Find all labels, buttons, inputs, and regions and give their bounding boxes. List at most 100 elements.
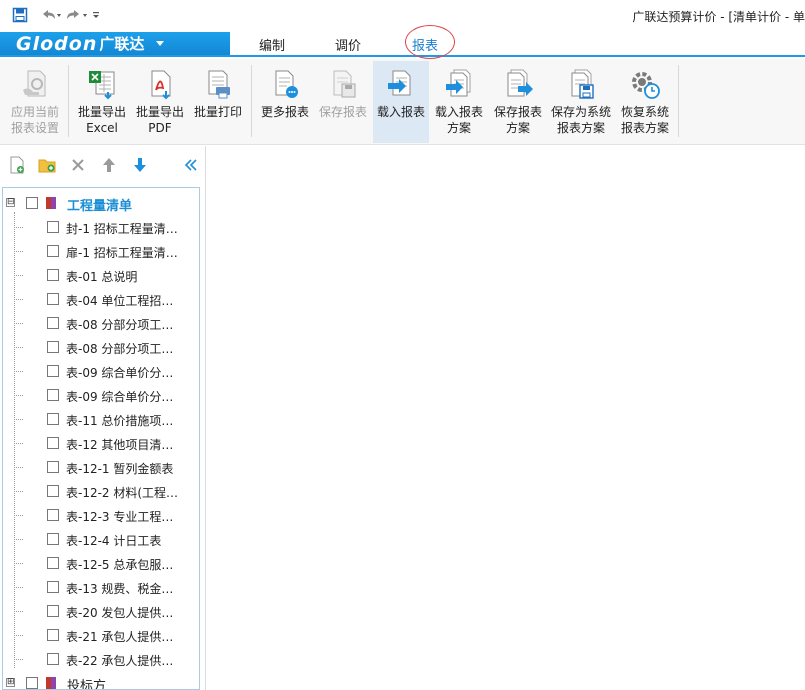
- save-report-scheme-button[interactable]: 保存报表 方案: [490, 61, 546, 143]
- new-report-icon[interactable]: [8, 156, 26, 174]
- load-report-button[interactable]: 载入报表: [373, 61, 429, 143]
- checkbox[interactable]: [47, 581, 59, 593]
- move-down-icon[interactable]: [131, 156, 149, 174]
- checkbox[interactable]: [47, 389, 59, 401]
- undo-icon[interactable]: [40, 6, 62, 24]
- checkbox[interactable]: [47, 317, 59, 329]
- tree-leaf-node[interactable]: 表-04 单位工程招…: [3, 287, 199, 311]
- tree-leaf-label: 封-1 招标工程量清…: [66, 222, 178, 236]
- checkbox[interactable]: [47, 245, 59, 257]
- save-report-icon: [325, 64, 361, 104]
- tree-leaf-label: 表-12-5 总承包服…: [66, 558, 174, 572]
- tree-leaf-node[interactable]: 表-20 发包人提供…: [3, 599, 199, 623]
- tree-leaf-node[interactable]: 表-08 分部分项工…: [3, 335, 199, 359]
- checkbox[interactable]: [47, 557, 59, 569]
- tree-connector: [14, 515, 23, 516]
- tab-adjust-price[interactable]: 调价: [335, 35, 361, 54]
- save-report-button[interactable]: 保存报表: [316, 61, 370, 143]
- checkbox[interactable]: [47, 413, 59, 425]
- window-title: 广联达预算计价 - [清单计价 - 单: [632, 10, 805, 24]
- tree-connector: [14, 395, 23, 396]
- redo-icon[interactable]: [66, 6, 88, 24]
- checkbox[interactable]: [47, 605, 59, 617]
- batch-export-pdf-button[interactable]: 批量导出 PDF: [133, 61, 187, 143]
- tree-leaf-node[interactable]: 表-12-1 暂列金额表: [3, 455, 199, 479]
- chevron-down-icon: [156, 41, 165, 46]
- apply-current-report-settings-button[interactable]: 应用当前 报表设置: [6, 61, 64, 143]
- tree-leaf-node[interactable]: 表-12-2 材料(工程…: [3, 479, 199, 503]
- checkbox[interactable]: [47, 269, 59, 281]
- batch-export-excel-button[interactable]: 批量导出 Excel: [75, 61, 129, 143]
- batch-print-button[interactable]: 批量打印: [192, 61, 244, 143]
- tree-leaf-node[interactable]: 扉-1 招标工程量清…: [3, 239, 199, 263]
- customize-qat-icon[interactable]: [92, 6, 100, 24]
- checkbox[interactable]: [47, 221, 59, 233]
- tree-leaf-node[interactable]: 封-1 招标工程量清…: [3, 215, 199, 239]
- tree-leaf-node[interactable]: 表-08 分部分项工…: [3, 311, 199, 335]
- restore-system-report-scheme-button[interactable]: 恢复系统 报表方案: [617, 61, 673, 143]
- more-reports-button[interactable]: 更多报表: [258, 61, 312, 143]
- button-label-line1: 应用当前: [10, 105, 59, 119]
- checkbox[interactable]: [47, 341, 59, 353]
- collapse-icon[interactable]: ⊟: [6, 198, 15, 207]
- tree-leaf-label: 表-04 单位工程招…: [66, 294, 174, 308]
- checkbox[interactable]: [47, 533, 59, 545]
- tree-leaf-label: 表-22 承包人提供…: [66, 654, 174, 668]
- tree-connector: [14, 443, 23, 444]
- checkbox[interactable]: [26, 197, 38, 209]
- tree-leaf-node[interactable]: 表-12-5 总承包服…: [3, 551, 199, 575]
- checkbox[interactable]: [47, 485, 59, 497]
- tree-leaf-label: 表-12-2 材料(工程…: [66, 486, 179, 500]
- report-book-icon: [44, 676, 58, 689]
- button-label-line2: PDF: [148, 121, 172, 135]
- tree-leaf-node[interactable]: 表-01 总说明: [3, 263, 199, 287]
- tree-leaf-node[interactable]: 表-09 综合单价分…: [3, 359, 199, 383]
- tree-leaf-label: 表-12 其他项目清…: [66, 438, 174, 452]
- panel-toolbar: [0, 146, 206, 184]
- tree-leaf-node[interactable]: 表-12 其他项目清…: [3, 431, 199, 455]
- tree-leaf-node[interactable]: 表-12-4 计日工表: [3, 527, 199, 551]
- button-label-line1: 批量导出: [77, 105, 126, 119]
- tree-leaf-node[interactable]: 表-09 综合单价分…: [3, 383, 199, 407]
- tree-connector: [14, 467, 23, 468]
- tree-leaf-label: 表-11 总价措施项…: [66, 414, 174, 428]
- tree-leaf-label: 表-13 规费、税金…: [66, 582, 174, 596]
- tree-root-node[interactable]: ⊟ 工程量清单: [3, 191, 199, 215]
- button-label: 更多报表: [260, 105, 309, 119]
- load-report-icon: [383, 64, 419, 104]
- tree-leaf-label: 表-08 分部分项工…: [66, 342, 174, 356]
- load-report-scheme-button[interactable]: 载入报表 方案: [432, 61, 486, 143]
- ribbon-separator: [678, 65, 679, 137]
- save-icon[interactable]: [12, 6, 28, 24]
- checkbox[interactable]: [47, 509, 59, 521]
- checkbox[interactable]: [47, 365, 59, 377]
- expand-icon[interactable]: ⊞: [6, 678, 15, 687]
- tree-leaf-label: 表-12-3 专业工程…: [66, 510, 174, 524]
- tree-leaf-node[interactable]: 表-21 承包人提供…: [3, 623, 199, 647]
- tree-leaf-node[interactable]: 表-22 承包人提供…: [3, 647, 199, 671]
- collapse-panel-icon[interactable]: [182, 156, 200, 174]
- button-label-line2: 方案: [505, 121, 530, 135]
- tree-connector: [14, 371, 23, 372]
- new-folder-icon[interactable]: [38, 156, 56, 174]
- checkbox[interactable]: [47, 293, 59, 305]
- tree-root-label: 工程量清单: [67, 199, 133, 214]
- move-up-icon[interactable]: [100, 156, 118, 174]
- tree-leaf-node[interactable]: 表-11 总价措施项…: [3, 407, 199, 431]
- checkbox[interactable]: [47, 437, 59, 449]
- checkbox[interactable]: [47, 629, 59, 641]
- checkbox[interactable]: [26, 677, 38, 689]
- tree-leaf-node[interactable]: 表-12-3 专业工程…: [3, 503, 199, 527]
- button-label-line2: 报表方案: [556, 121, 605, 135]
- button-label-line1: 保存报表: [493, 105, 542, 119]
- tab-edit[interactable]: 编制: [259, 35, 285, 54]
- highlight-circle: [405, 25, 455, 59]
- report-tree-panel: ⊟ 工程量清单 封-1 招标工程量清… 扉-1 招标工程量清… 表-01 总说明 表-…: [0, 146, 206, 690]
- save-as-system-report-scheme-button[interactable]: 保存为系统 报表方案: [549, 61, 613, 143]
- tree-root-node[interactable]: ⊞ 投标方: [3, 671, 199, 689]
- checkbox[interactable]: [47, 653, 59, 665]
- tree-leaf-node[interactable]: 表-13 规费、税金…: [3, 575, 199, 599]
- application-menu-button[interactable]: Glodon 广联达: [0, 32, 230, 55]
- delete-icon[interactable]: [69, 156, 87, 174]
- checkbox[interactable]: [47, 461, 59, 473]
